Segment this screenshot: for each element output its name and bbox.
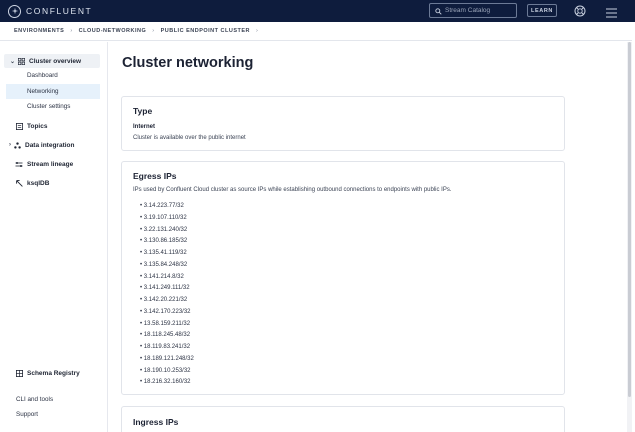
sidebar-item-label: Schema Registry [27,369,80,377]
top-bar: CONFLUENT LEARN [0,0,635,22]
egress-ip-list: • 3.14.223.77/32 • 3.19.107.110/32 • 3.2… [140,201,194,389]
sidebar-item-topics[interactable]: Topics [15,122,47,130]
help-icon[interactable] [574,4,586,22]
sidebar-item-data-integration[interactable]: › Data integration [9,141,74,149]
main-content: Cluster networking Type Internet Cluster… [109,42,627,432]
chevron-down-icon: ⌄ [10,58,16,65]
sidebar: ⌄ Cluster overview Dashboard Networking … [0,42,108,432]
sidebar-item-schema-registry[interactable]: Schema Registry [15,369,80,377]
ksqldb-icon [15,179,23,187]
egress-heading: Egress IPs [133,171,177,181]
ip-item: • 18.189.121.248/32 [140,355,194,362]
ip-item: • 3.135.84.248/32 [140,261,188,268]
learn-button[interactable]: LEARN [527,4,557,17]
ip-item: • 18.119.83.241/32 [140,344,191,350]
ip-item: • 18.190.10.253/32 [140,367,191,374]
confluent-logo[interactable]: CONFLUENT [8,4,93,18]
data-integration-icon [13,141,21,149]
type-value: Internet [133,124,156,130]
chevron-right-icon: › [9,142,11,148]
ingress-heading: Ingress IPs [133,417,179,427]
ip-item: • 3.141.249.111/32 [140,285,190,292]
hamburger-menu-icon[interactable] [606,5,617,23]
breadcrumb-environments[interactable]: ENVIRONMENTS [14,28,64,34]
breadcrumb-cluster[interactable]: PUBLIC ENDPOINT CLUSTER [161,28,250,34]
schema-registry-icon [15,369,23,377]
sidebar-item-stream-lineage[interactable]: Stream lineage [15,160,73,168]
sidebar-item-ksqldb[interactable]: ksqlDB [15,179,49,187]
sidebar-item-support[interactable]: Support [16,411,38,418]
type-heading: Type [133,106,153,116]
ip-item: • 3.130.86.185/32 [140,238,188,245]
search-input[interactable] [445,7,515,14]
confluent-logo-icon [8,4,21,18]
grid-icon [17,57,25,65]
breadcrumb-separator-icon: › [152,28,155,34]
ip-item: • 3.19.107.110/32 [140,214,187,221]
ip-item: • 3.135.41.119/32 [140,250,187,256]
ip-item: • 3.141.214.8/32 [140,273,184,280]
ip-item: • 3.14.223.77/32 [140,203,184,209]
sidebar-item-label: ksqlDB [27,179,50,187]
sidebar-item-label: Topics [27,122,48,130]
search-icon [435,2,442,20]
page-title: Cluster networking [122,55,254,71]
ip-item: • 3.22.131.240/32 [140,226,188,233]
ip-item: • 3.142.20.221/32 [140,297,188,303]
topics-icon [15,122,23,130]
ip-item: • 3.142.170.223/32 [140,308,191,315]
brand-name: CONFLUENT [26,6,93,16]
ip-item: • 13.58.159.211/32 [140,320,191,327]
sidebar-item-cluster-overview[interactable]: ⌄ Cluster overview [4,54,100,68]
egress-description: IPs used by Confluent Cloud cluster as s… [133,187,452,193]
sidebar-item-networking[interactable]: Networking [6,84,100,99]
ip-item: • 18.118.245.48/32 [140,332,191,339]
sidebar-item-label: Data integration [25,141,75,149]
stream-catalog-search[interactable] [429,3,517,18]
type-card: Type Internet Cluster is available over … [121,96,565,151]
breadcrumb-separator-icon: › [256,28,259,34]
breadcrumb-cloud-networking[interactable]: CLOUD-NETWORKING [79,28,147,34]
main-scrollbar[interactable] [627,42,632,432]
stream-lineage-icon [15,160,23,168]
breadcrumb-separator-icon: › [70,28,73,34]
sidebar-item-cli-and-tools[interactable]: CLI and tools [16,396,53,403]
egress-ips-card: Egress IPs IPs used by Confluent Cloud c… [121,161,565,395]
type-description: Cluster is available over the public int… [133,135,246,141]
scrollbar-thumb[interactable] [628,42,631,397]
sidebar-item-label: Stream lineage [27,160,74,168]
ip-item: • 18.216.32.160/32 [140,379,191,386]
sidebar-item-dashboard[interactable]: Dashboard [27,72,58,79]
ingress-ips-card: Ingress IPs [121,406,565,432]
breadcrumb: ENVIRONMENTS › CLOUD-NETWORKING › PUBLIC… [0,22,632,41]
sidebar-item-cluster-settings[interactable]: Cluster settings [27,103,70,110]
sidebar-item-label: Cluster overview [29,57,82,65]
